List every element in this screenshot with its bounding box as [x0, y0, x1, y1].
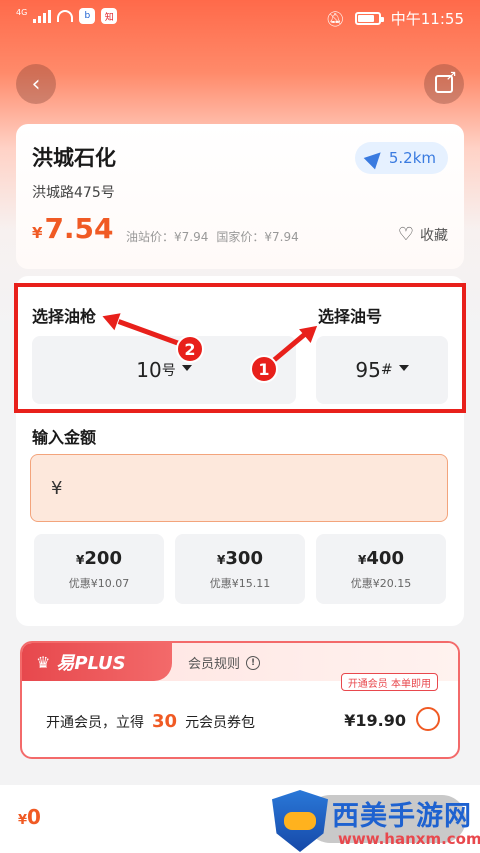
- mute-bell-icon: 🔕︎: [325, 9, 345, 28]
- member-rules-label: 会员规则: [188, 657, 241, 672]
- total-value: 0: [27, 805, 41, 829]
- reference-prices: 油站价：¥7.94 国家价：¥7.94: [126, 228, 299, 245]
- amount-input[interactable]: ¥: [30, 454, 448, 522]
- plus-membership-card[interactable]: ♛ 易PLUS 会员规则 ! 开通会员 本单即用 开通会员，立得 30 元会员券…: [20, 641, 460, 759]
- price-value: 7.54: [44, 212, 114, 245]
- station-price: 油站价：¥7.94: [126, 230, 209, 244]
- annotation-frame: [14, 283, 466, 413]
- total-amount: ¥0: [18, 805, 41, 829]
- preset-amount: 300: [225, 548, 263, 569]
- station-address: 洪城路475号: [32, 185, 115, 201]
- amount-prefix: ¥: [51, 477, 63, 499]
- watermark-url: www.hanxm.com: [338, 830, 480, 848]
- chevron-left-icon: ‹: [31, 71, 41, 97]
- price-currency: ¥: [32, 224, 43, 242]
- info-icon: !: [246, 655, 261, 670]
- fuel-price: ¥7.54: [32, 212, 114, 245]
- favorite-button[interactable]: ♡ 收藏: [398, 224, 448, 245]
- annotation-badge-2: 2: [176, 335, 204, 363]
- amount-label: 输入金额: [32, 428, 97, 447]
- share-button[interactable]: [424, 64, 464, 104]
- plus-price: ¥19.90: [344, 711, 406, 730]
- back-button[interactable]: ‹: [16, 64, 56, 104]
- plus-tag-label: 易PLUS: [56, 653, 126, 674]
- preset-discount: 优惠¥20.15: [350, 577, 412, 590]
- annotation-badge-1: 1: [250, 355, 278, 383]
- site-watermark: 西美手游网 www.hanxm.com: [272, 790, 480, 853]
- member-rules-link[interactable]: 会员规则 !: [188, 653, 261, 672]
- clock: 中午11:55: [390, 10, 464, 28]
- plus-description: 开通会员，立得 30 元会员券包: [46, 711, 255, 732]
- preset-amount: 200: [84, 548, 122, 569]
- preset-discount: 优惠¥15.11: [209, 577, 271, 590]
- navigation-arrow-icon: [363, 146, 387, 170]
- station-name: 洪城石化: [32, 146, 116, 170]
- battery-icon: [354, 12, 384, 25]
- notification-app-icon: 知: [101, 8, 118, 24]
- plus-badge: 开通会员 本单即用: [340, 673, 438, 691]
- gamepad-icon: [284, 812, 316, 830]
- national-price: 国家价：¥7.94: [216, 230, 299, 244]
- wifi-icon: [57, 10, 74, 22]
- plus-tag: ♛ 易PLUS: [22, 643, 172, 681]
- watermark-title: 西美手游网: [332, 801, 472, 832]
- plus-desc-suffix: 元会员券包: [185, 715, 256, 731]
- heart-plus-icon: ♡: [397, 224, 414, 245]
- status-bar: 4G b 知 🔕︎ 中午11:55: [0, 0, 480, 34]
- total-currency: ¥: [18, 813, 28, 828]
- station-card: 洪城石化 洪城路475号 5.2km ¥7.54 油站价：¥7.94 国家价：¥…: [16, 124, 464, 269]
- network-type: 4G: [16, 8, 28, 17]
- signal-icon: [33, 9, 52, 23]
- preset-amount-button[interactable]: ¥200 优惠¥10.07: [34, 534, 164, 604]
- favorite-label: 收藏: [420, 227, 448, 244]
- plus-desc-prefix: 开通会员，立得: [46, 715, 144, 731]
- crown-icon: ♛: [36, 652, 51, 672]
- notification-app-icon: b: [79, 8, 96, 24]
- distance-text: 5.2km: [388, 149, 436, 167]
- share-icon: [435, 68, 457, 93]
- preset-discount: 优惠¥10.07: [68, 577, 130, 590]
- preset-amount: 400: [366, 548, 404, 569]
- preset-amount-button[interactable]: ¥300 优惠¥15.11: [175, 534, 305, 604]
- plus-desc-count: 30: [152, 711, 178, 732]
- plus-select-radio[interactable]: [416, 707, 440, 731]
- navigate-button[interactable]: 5.2km: [354, 142, 448, 174]
- preset-amount-button[interactable]: ¥400 优惠¥20.15: [316, 534, 446, 604]
